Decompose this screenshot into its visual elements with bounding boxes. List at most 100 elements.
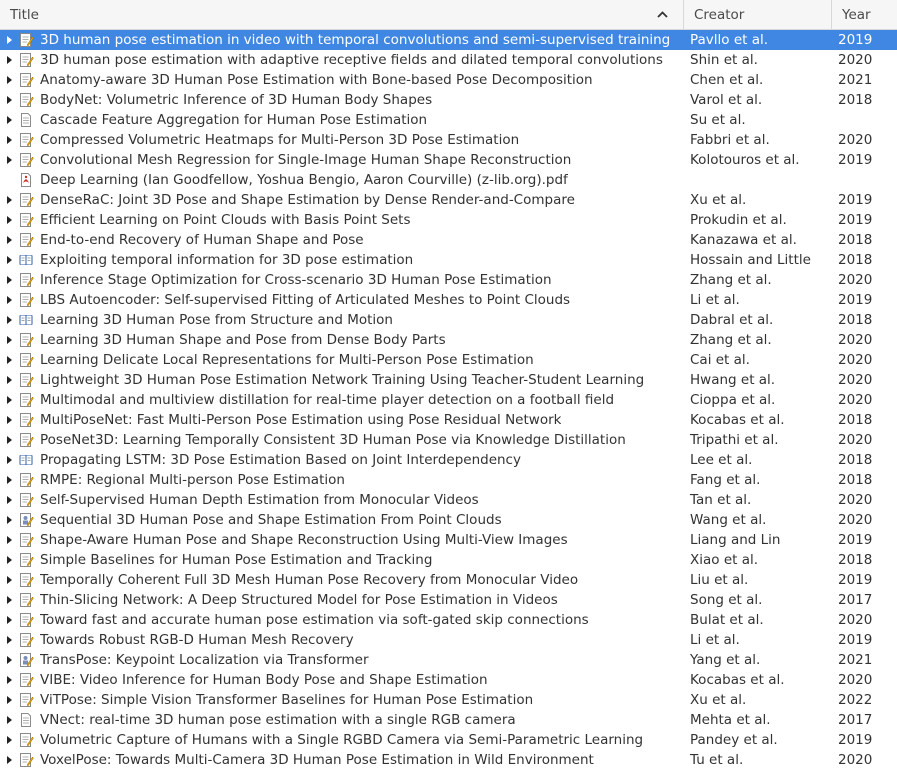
table-row[interactable]: Toward fast and accurate human pose esti… [0,610,897,630]
item-title: Lightweight 3D Human Pose Estimation Net… [40,372,645,388]
expand-twisty[interactable] [0,616,18,624]
journal-article-icon [18,232,34,248]
table-row[interactable]: End-to-end Recovery of Human Shape and P… [0,230,897,250]
title-column-header[interactable]: Title [0,0,684,29]
expand-twisty[interactable] [0,376,18,384]
expand-triangle-icon [6,156,12,164]
table-row[interactable]: LBS Autoencoder: Self-supervised Fitting… [0,290,897,310]
table-row[interactable]: Sequential 3D Human Pose and Shape Estim… [0,510,897,530]
expand-twisty[interactable] [0,676,18,684]
item-title: MultiPoseNet: Fast Multi-Person Pose Est… [40,412,562,428]
item-title: VNect: real-time 3D human pose estimatio… [40,712,516,728]
expand-twisty[interactable] [0,256,18,264]
table-row[interactable]: MultiPoseNet: Fast Multi-Person Pose Est… [0,410,897,430]
expand-twisty[interactable] [0,716,18,724]
expand-twisty[interactable] [0,636,18,644]
expand-twisty[interactable] [0,56,18,64]
expand-twisty[interactable] [0,596,18,604]
expand-triangle-icon [6,516,12,524]
expand-twisty[interactable] [0,236,18,244]
expand-twisty[interactable] [0,696,18,704]
table-row[interactable]: Towards Robust RGB-D Human Mesh Recovery… [0,630,897,650]
expand-twisty[interactable] [0,436,18,444]
creator-column-header[interactable]: Creator [684,0,832,29]
table-row[interactable]: Convolutional Mesh Regression for Single… [0,150,897,170]
table-row[interactable]: BodyNet: Volumetric Inference of 3D Huma… [0,90,897,110]
table-row[interactable]: Efficient Learning on Point Clouds with … [0,210,897,230]
item-year: 2020 [838,332,873,348]
table-row[interactable]: 3D human pose estimation with adaptive r… [0,50,897,70]
expand-twisty[interactable] [0,276,18,284]
table-row[interactable]: DenseRaC: Joint 3D Pose and Shape Estima… [0,190,897,210]
table-row[interactable]: Learning Delicate Local Representations … [0,350,897,370]
table-row[interactable]: Self-Supervised Human Depth Estimation f… [0,490,897,510]
item-year: 2020 [838,372,873,388]
journal-article-icon [18,32,34,48]
expand-twisty[interactable] [0,76,18,84]
table-row[interactable]: Thin-Slicing Network: A Deep Structured … [0,590,897,610]
table-row[interactable]: PoseNet3D: Learning Temporally Consisten… [0,430,897,450]
table-row[interactable]: 3D human pose estimation in video with t… [0,30,897,50]
table-row[interactable]: Volumetric Capture of Humans with a Sing… [0,730,897,750]
table-row[interactable]: Exploiting temporal information for 3D p… [0,250,897,270]
expand-twisty[interactable] [0,36,18,44]
expand-twisty[interactable] [0,556,18,564]
item-title: Multimodal and multiview distillation fo… [40,392,615,408]
expand-twisty[interactable] [0,316,18,324]
table-row[interactable]: Compressed Volumetric Heatmaps for Multi… [0,130,897,150]
expand-twisty[interactable] [0,356,18,364]
table-row[interactable]: VIBE: Video Inference for Human Body Pos… [0,670,897,690]
expand-twisty[interactable] [0,396,18,404]
title-cell: BodyNet: Volumetric Inference of 3D Huma… [0,92,684,108]
table-row[interactable]: Learning 3D Human Pose from Structure an… [0,310,897,330]
expand-twisty[interactable] [0,476,18,484]
year-column-header[interactable]: Year [832,0,897,29]
table-row[interactable]: Inference Stage Optimization for Cross-s… [0,270,897,290]
table-row[interactable]: Lightweight 3D Human Pose Estimation Net… [0,370,897,390]
table-row[interactable]: Cascade Feature Aggregation for Human Po… [0,110,897,130]
expand-twisty[interactable] [0,156,18,164]
expand-twisty[interactable] [0,756,18,764]
table-row[interactable]: Simple Baselines for Human Pose Estimati… [0,550,897,570]
expand-twisty[interactable] [0,516,18,524]
journal-article-icon [18,392,34,408]
expand-twisty[interactable] [0,736,18,744]
expand-twisty[interactable] [0,576,18,584]
table-row[interactable]: RMPE: Regional Multi-person Pose Estimat… [0,470,897,490]
expand-triangle-icon [6,476,12,484]
item-title: Anatomy-aware 3D Human Pose Estimation w… [40,72,593,88]
table-row[interactable]: Propagating LSTM: 3D Pose Estimation Bas… [0,450,897,470]
item-title: RMPE: Regional Multi-person Pose Estimat… [40,472,345,488]
expand-twisty[interactable] [0,536,18,544]
item-title: VoxelPose: Towards Multi-Camera 3D Human… [40,752,594,768]
table-row[interactable]: Learning 3D Human Shape and Pose from De… [0,330,897,350]
table-row[interactable]: TransPose: Keypoint Localization via Tra… [0,650,897,670]
expand-twisty[interactable] [0,116,18,124]
table-row[interactable]: Deep Learning (Ian Goodfellow, Yoshua Be… [0,170,897,190]
table-row[interactable]: VoxelPose: Towards Multi-Camera 3D Human… [0,750,897,770]
expand-twisty[interactable] [0,96,18,104]
expand-twisty[interactable] [0,296,18,304]
title-cell: Thin-Slicing Network: A Deep Structured … [0,592,684,608]
item-title: Toward fast and accurate human pose esti… [40,612,589,628]
item-creator: Hossain and Little [690,252,811,268]
expand-triangle-icon [6,436,12,444]
expand-twisty[interactable] [0,336,18,344]
table-row[interactable]: Anatomy-aware 3D Human Pose Estimation w… [0,70,897,90]
table-row[interactable]: VNect: real-time 3D human pose estimatio… [0,710,897,730]
expand-twisty[interactable] [0,416,18,424]
expand-twisty[interactable] [0,656,18,664]
table-row[interactable]: Shape-Aware Human Pose and Shape Reconst… [0,530,897,550]
expand-triangle-icon [6,536,12,544]
expand-twisty[interactable] [0,456,18,464]
expand-twisty[interactable] [0,216,18,224]
table-row[interactable]: ViTPose: Simple Vision Transformer Basel… [0,690,897,710]
item-creator: Varol et al. [690,92,763,108]
expand-twisty[interactable] [0,496,18,504]
expand-twisty[interactable] [0,196,18,204]
table-row[interactable]: Multimodal and multiview distillation fo… [0,390,897,410]
expand-twisty[interactable] [0,136,18,144]
item-year: 2018 [838,452,873,468]
table-row[interactable]: Temporally Coherent Full 3D Mesh Human P… [0,570,897,590]
expand-triangle-icon [6,756,12,764]
